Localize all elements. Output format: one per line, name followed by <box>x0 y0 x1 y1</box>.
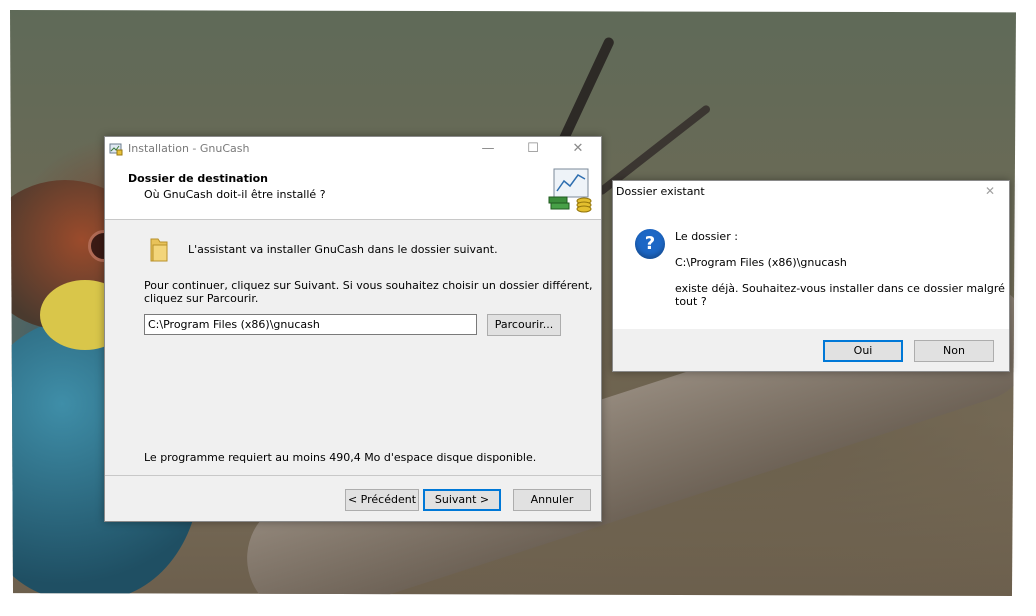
installer-titlebar[interactable]: Installation - GnuCash — ☐ ✕ <box>105 137 601 161</box>
message-line1: Le dossier : <box>675 230 738 243</box>
message-box-close-button[interactable]: ✕ <box>985 184 995 198</box>
yes-button[interactable]: Oui <box>823 340 903 362</box>
installer-window: Installation - GnuCash — ☐ ✕ Dossier de … <box>104 136 602 522</box>
next-button[interactable]: Suivant > <box>423 489 501 511</box>
page-subtitle: Où GnuCash doit-il être installé ? <box>144 188 326 201</box>
destination-path-value: C:\Program Files (x86)\gnucash <box>148 318 320 331</box>
destination-path-input[interactable]: C:\Program Files (x86)\gnucash <box>144 314 477 335</box>
instructions-line1: Pour continuer, cliquez sur Suivant. Si … <box>144 279 593 292</box>
installer-title: Installation - GnuCash <box>128 142 250 155</box>
cancel-button[interactable]: Annuler <box>513 489 591 511</box>
folder-icon <box>150 238 168 262</box>
message-box-content <box>613 181 1009 329</box>
chart-money-icon <box>548 168 592 213</box>
back-button[interactable]: < Précédent <box>345 489 419 511</box>
close-button[interactable]: ✕ <box>555 137 601 161</box>
no-button[interactable]: Non <box>914 340 994 362</box>
message-box-title: Dossier existant <box>616 185 705 198</box>
minimize-button[interactable]: — <box>465 137 511 161</box>
page-title: Dossier de destination <box>128 172 269 185</box>
installer-header: Dossier de destination Où GnuCash doit-i… <box>105 161 601 220</box>
message-path: C:\Program Files (x86)\gnucash <box>675 256 847 269</box>
disk-space-text: Le programme requiert au moins 490,4 Mo … <box>144 451 537 464</box>
maximize-button[interactable]: ☐ <box>510 137 556 161</box>
question-icon: ? <box>635 229 665 259</box>
installer-footer-divider <box>105 475 601 476</box>
message-line3a: existe déjà. Souhaitez-vous installer da… <box>675 282 1005 295</box>
intro-text: L'assistant va installer GnuCash dans le… <box>188 243 498 256</box>
message-box: Dossier existant ✕ ? Le dossier : C:\Pro… <box>612 180 1010 372</box>
instructions-line2: cliquez sur Parcourir. <box>144 292 259 305</box>
message-line3b: tout ? <box>675 295 707 308</box>
browse-button[interactable]: Parcourir... <box>487 314 561 336</box>
question-glyph: ? <box>644 233 656 254</box>
gnucash-installer-icon <box>109 143 123 156</box>
